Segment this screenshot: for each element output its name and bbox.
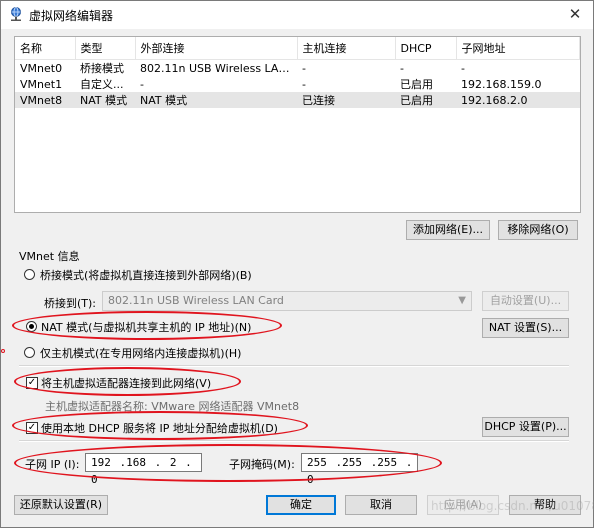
cell-host: - (302, 77, 306, 91)
vmnet-info-group-label: VMnet 信息 (19, 250, 80, 263)
title-bar: 虚拟网络编辑器 ✕ (1, 1, 593, 29)
cell-type: 桥接模式 (80, 62, 124, 75)
adapter-name-text: 主机虚拟适配器名称: VMware 网络适配器 VMnet8 (45, 400, 300, 413)
cell-external: NAT 模式 (135, 92, 297, 108)
cell-subnet: - (461, 61, 465, 75)
subnet-ip-input[interactable]: 192 .168 . 2 . 0 (85, 453, 202, 486)
column-header-subnet[interactable]: 子网地址 (456, 37, 580, 60)
ok-button[interactable]: 确定 (266, 495, 336, 515)
cell-host: 已连接 (297, 92, 395, 108)
subnet-mask-input[interactable]: 255 .255 .255 . 0 (301, 453, 418, 486)
column-header-type[interactable]: 类型 (75, 37, 136, 60)
connect-adapter-checkbox[interactable]: ✓ (26, 377, 38, 389)
bridged-to-label: 桥接到(T): (44, 297, 97, 310)
cell-dhcp: 已启用 (395, 92, 456, 108)
network-row-vmnet0[interactable]: VMnet0 桥接模式 802.11n USB Wireless LAN ...… (15, 60, 580, 77)
bridged-mode-radio[interactable] (24, 269, 35, 280)
cell-host: - (302, 61, 306, 75)
dhcp-checkbox[interactable]: ✓ (26, 422, 38, 434)
host-only-radio[interactable] (24, 347, 35, 358)
subnet-ip-label: 子网 IP (I): (25, 458, 80, 471)
network-app-icon (11, 7, 21, 21)
connect-adapter-label[interactable]: 将主机虚拟适配器连接到此网络(V) (41, 375, 211, 391)
bridged-mode-label[interactable]: 桥接模式(将虚拟机直接连接到外部网络)(B) (40, 267, 252, 283)
network-list-header: 名称 类型 外部连接 主机连接 DHCP 子网地址 (15, 37, 580, 60)
annotation-marker-dot (1, 349, 5, 353)
network-row-vmnet8[interactable]: VMnet8 NAT 模式 NAT 模式 已连接 已启用 192.168.2.0 (15, 92, 580, 108)
restore-defaults-button[interactable]: 还原默认设置(R) (14, 495, 108, 515)
window-title: 虚拟网络编辑器 (29, 9, 114, 23)
nat-settings-button[interactable]: NAT 设置(S)... (482, 318, 569, 338)
cell-dhcp: - (400, 61, 404, 75)
subnet-mask-label: 子网掩码(M): (229, 458, 295, 471)
dhcp-settings-button[interactable]: DHCP 设置(P)... (482, 417, 569, 437)
cell-type: 自定义... (80, 78, 124, 91)
cell-name: VMnet1 (20, 77, 63, 91)
cell-name: VMnet8 (15, 92, 75, 108)
cell-type: NAT 模式 (75, 92, 135, 108)
add-network-button[interactable]: 添加网络(E)... (406, 220, 490, 240)
host-only-label[interactable]: 仅主机模式(在专用网络内连接虚拟机)(H) (40, 345, 241, 361)
section-divider (19, 365, 569, 367)
network-list[interactable]: 名称 类型 外部连接 主机连接 DHCP 子网地址 VMnet0 桥接模式 80… (14, 36, 581, 213)
cell-subnet: 192.168.159.0 (461, 77, 542, 91)
virtual-network-editor-window: 虚拟网络编辑器 ✕ 名称 类型 外部连接 主机连接 DHCP 子网地址 VMne… (0, 0, 594, 528)
bridged-to-value: 802.11n USB Wireless LAN Card (108, 294, 284, 307)
column-header-external[interactable]: 外部连接 (135, 37, 298, 60)
cancel-button[interactable]: 取消 (345, 495, 417, 515)
column-header-host[interactable]: 主机连接 (297, 37, 396, 60)
remove-network-button[interactable]: 移除网络(O) (498, 220, 578, 240)
cell-subnet: 192.168.2.0 (456, 92, 580, 108)
nat-mode-label[interactable]: NAT 模式(与虚拟机共享主机的 IP 地址)(N) (41, 319, 251, 335)
bridged-to-select[interactable]: 802.11n USB Wireless LAN Card ▼ (102, 291, 472, 311)
column-header-dhcp[interactable]: DHCP (395, 37, 457, 60)
network-row-vmnet1[interactable]: VMnet1 自定义... - - 已启用 192.168.159.0 (15, 76, 580, 92)
section-divider (19, 440, 569, 442)
close-icon[interactable]: ✕ (563, 4, 587, 24)
cell-external: - (140, 77, 144, 91)
dhcp-label[interactable]: 使用本地 DHCP 服务将 IP 地址分配给虚拟机(D) (41, 420, 278, 436)
auto-settings-button[interactable]: 自动设置(U)... (482, 291, 569, 311)
watermark-text: http://blog.csdn.net/u010780886 (431, 499, 594, 513)
nat-mode-radio[interactable] (26, 321, 37, 332)
chevron-down-icon: ▼ (458, 295, 466, 306)
cell-name: VMnet0 (20, 61, 63, 75)
column-header-name[interactable]: 名称 (15, 37, 76, 60)
cell-external: 802.11n USB Wireless LAN ... (140, 61, 297, 75)
cell-dhcp: 已启用 (400, 78, 433, 91)
